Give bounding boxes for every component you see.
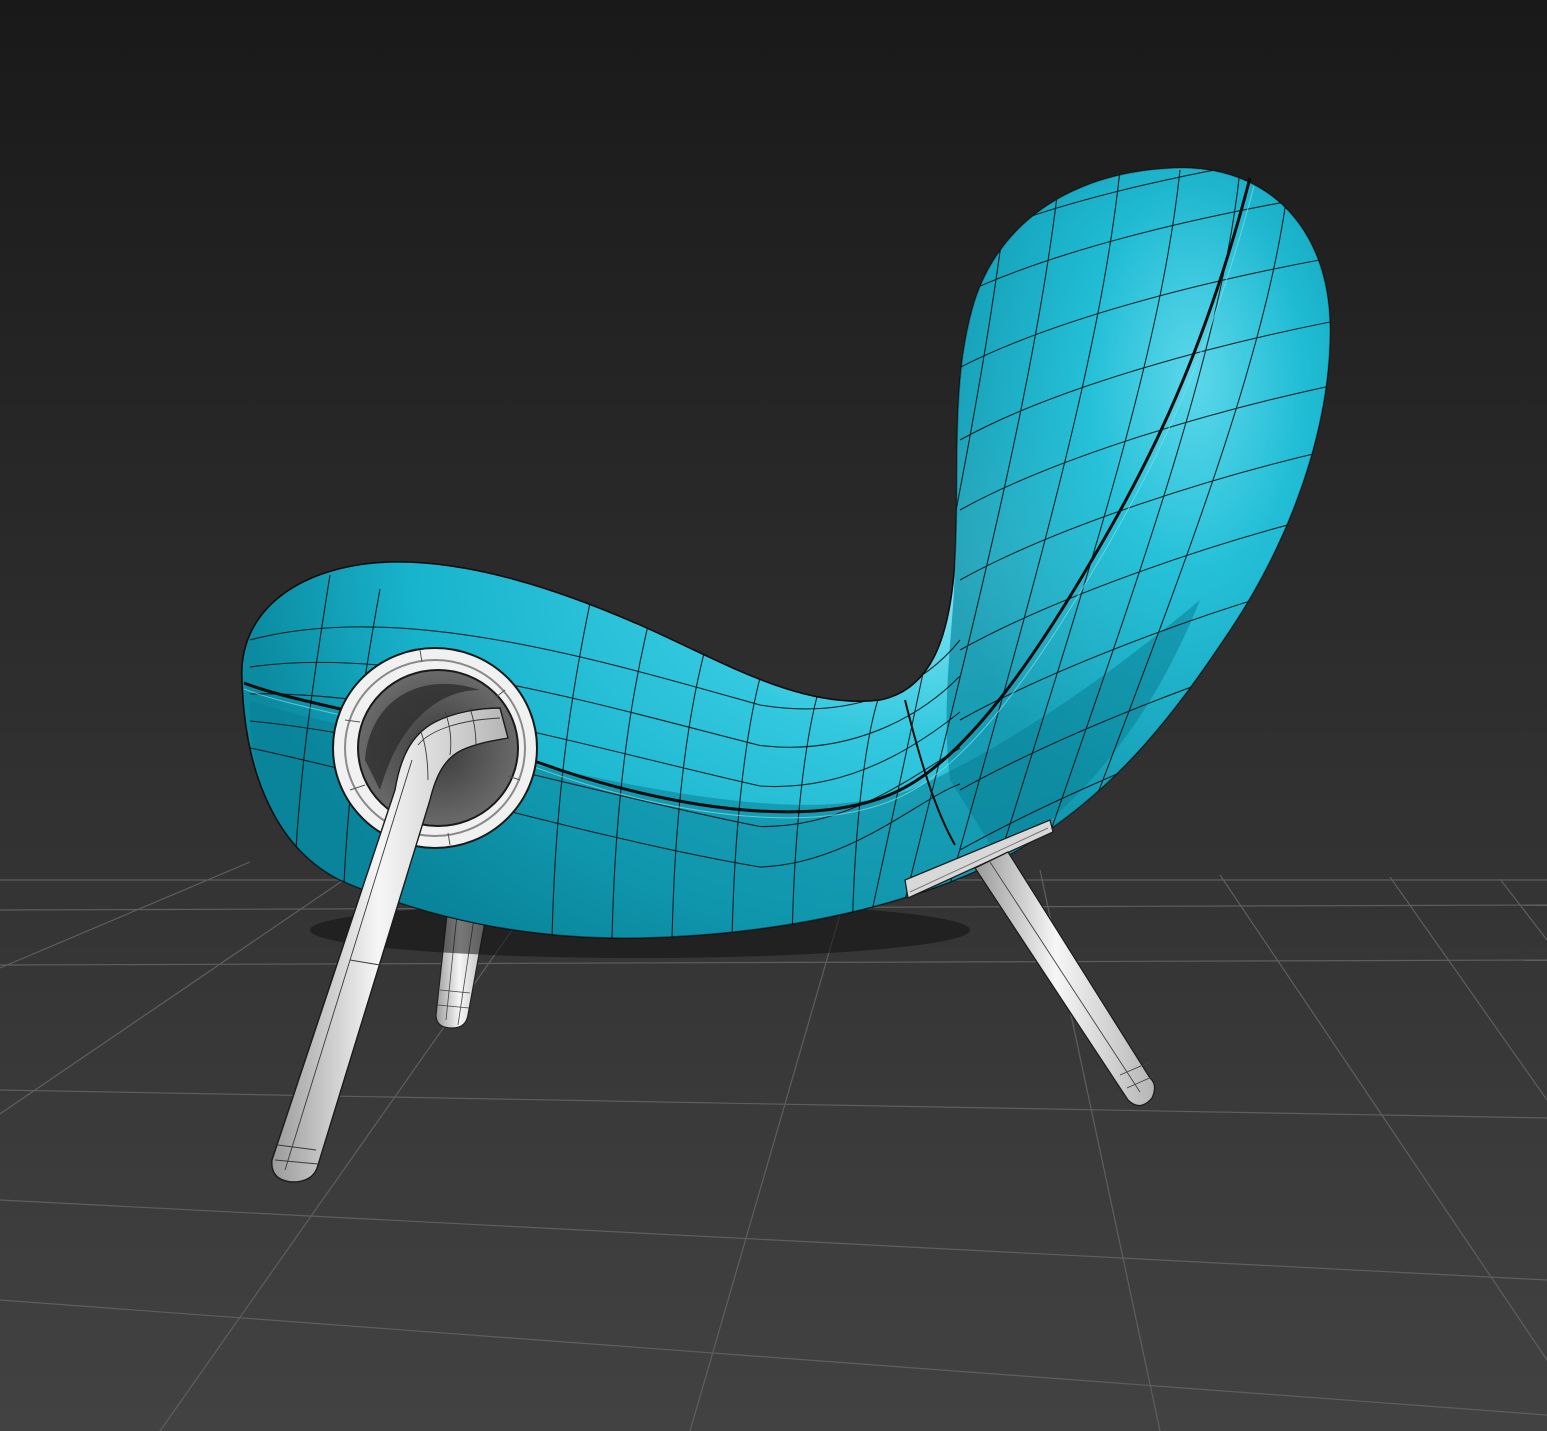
grid-line xyxy=(0,1199,1547,1281)
viewport-scene[interactable] xyxy=(0,0,1547,1431)
grid-line xyxy=(0,1299,1547,1416)
grid-line xyxy=(0,1089,1547,1119)
grid-line xyxy=(0,861,251,969)
grid-line xyxy=(1389,876,1547,1101)
grid-line xyxy=(1499,878,1547,941)
3d-viewport[interactable] xyxy=(0,0,1547,1431)
grid-line xyxy=(0,959,1547,966)
